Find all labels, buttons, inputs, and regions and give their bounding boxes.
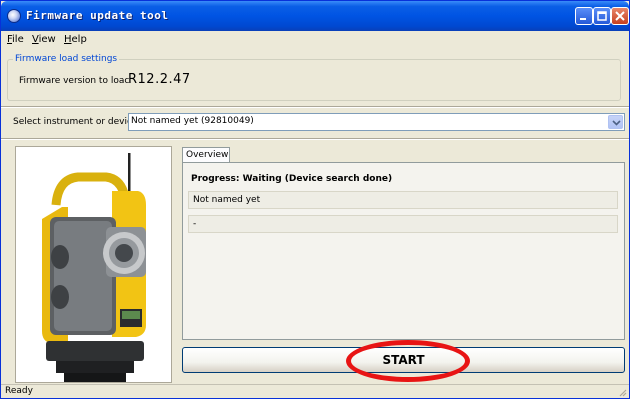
instrument-image	[15, 146, 172, 383]
overview-panel	[182, 162, 625, 340]
resize-grip-icon[interactable]	[617, 387, 627, 397]
separator	[1, 138, 629, 140]
separator	[1, 106, 629, 108]
close-icon	[615, 11, 625, 21]
device-select[interactable]: Not named yet (92810049)	[128, 113, 625, 131]
device-select-label: Select instrument or device	[13, 117, 138, 127]
total-station-illustration	[42, 153, 146, 382]
chevron-down-icon	[612, 120, 621, 126]
maximize-icon	[597, 11, 607, 21]
device-name-field: Not named yet	[188, 191, 618, 209]
device-dropdown-button[interactable]	[608, 115, 623, 129]
app-window: Firmware update tool File View Help Firm…	[0, 0, 630, 399]
menu-file[interactable]: File	[7, 34, 24, 45]
menu-help[interactable]: Help	[64, 34, 87, 45]
firmware-version-label: Firmware version to loac	[19, 76, 130, 86]
device-select-value: Not named yet (92810049)	[131, 116, 254, 126]
firmware-version-value: R12.2.47	[128, 72, 191, 87]
minimize-icon	[580, 18, 586, 20]
close-button[interactable]	[611, 7, 629, 25]
progress-text: Progress: Waiting (Device search done)	[191, 174, 393, 184]
status-bar: Ready	[1, 384, 629, 398]
start-button[interactable]: START	[182, 347, 625, 373]
maximize-button[interactable]	[593, 7, 611, 25]
firmware-group-legend: Firmware load settings	[13, 54, 120, 64]
tab-overview[interactable]: Overview	[182, 147, 230, 163]
menu-view[interactable]: View	[32, 34, 56, 45]
device-status-field: -	[188, 215, 618, 233]
window-title: Firmware update tool	[26, 9, 169, 22]
status-text: Ready	[5, 386, 33, 396]
minimize-button[interactable]	[575, 7, 593, 25]
app-icon	[7, 9, 21, 23]
menu-bar: File View Help	[1, 31, 629, 49]
title-bar[interactable]: Firmware update tool	[1, 1, 629, 31]
